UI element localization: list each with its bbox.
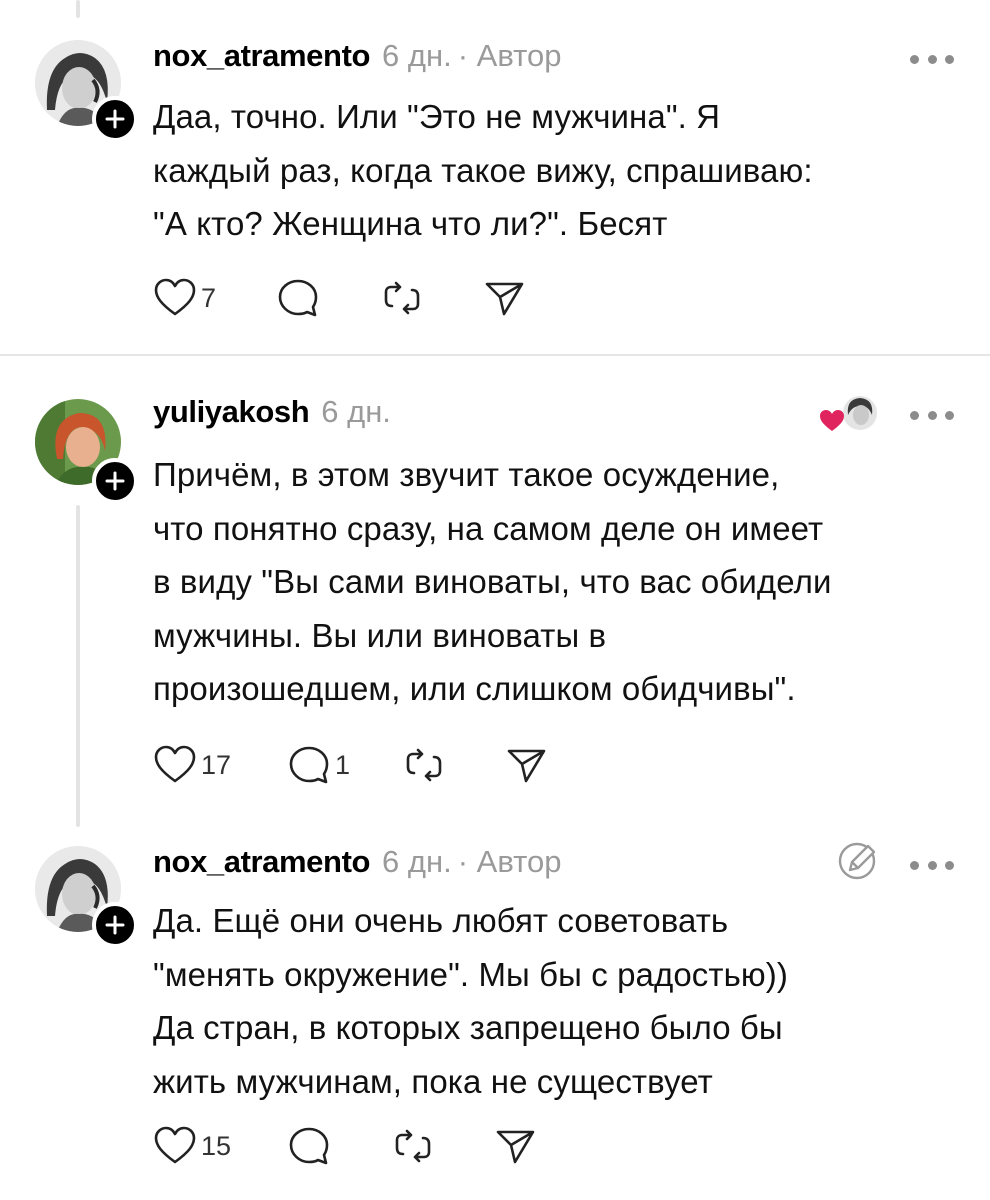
heart-icon: [154, 278, 196, 316]
liked-by-author-icon: [818, 393, 880, 439]
post-header: yuliyakosh 6 дн.: [153, 394, 391, 430]
comment-button[interactable]: 1: [287, 745, 350, 785]
post-header: nox_atramento 6 дн. · Автор: [153, 38, 561, 74]
action-bar: 17 1: [153, 745, 548, 785]
share-button[interactable]: [482, 278, 526, 318]
share-button[interactable]: [504, 745, 548, 785]
share-icon: [496, 1130, 535, 1164]
follow-plus-button[interactable]: [92, 96, 138, 142]
more-options-button[interactable]: [910, 855, 954, 875]
heart-icon: [154, 745, 196, 783]
follow-plus-button[interactable]: [92, 458, 138, 504]
like-button[interactable]: 17: [153, 745, 231, 785]
post-age: 6 дн.: [382, 38, 452, 73]
action-bar: 15: [153, 1126, 537, 1166]
post-age: 6 дн.: [382, 844, 452, 879]
comment-button[interactable]: [287, 1126, 331, 1166]
post-text: Да. Ещё они очень любят советовать "меня…: [153, 902, 788, 1100]
share-button[interactable]: [493, 1126, 537, 1166]
share-icon: [485, 282, 524, 316]
heart-icon: [154, 1126, 196, 1164]
comment-icon: [289, 1127, 329, 1165]
reply-count: 1: [335, 749, 351, 780]
like-button[interactable]: 7: [153, 278, 216, 318]
like-count: 17: [201, 749, 232, 780]
username[interactable]: nox_atramento: [153, 38, 370, 74]
more-options-button[interactable]: [910, 49, 954, 69]
follow-plus-button[interactable]: [92, 902, 138, 948]
repost-button[interactable]: [391, 1126, 435, 1166]
post-text: Даа, точно. Или "Это не мужчина". Я кажд…: [153, 98, 813, 242]
repost-icon: [395, 1129, 431, 1163]
share-icon: [507, 749, 546, 783]
like-count: 7: [201, 282, 217, 313]
username[interactable]: yuliyakosh: [153, 394, 310, 430]
repost-icon: [406, 748, 442, 782]
comment-icon: [278, 279, 318, 317]
repost-button[interactable]: [402, 745, 446, 785]
author-tag: · Автор: [457, 844, 562, 879]
reply-post: yuliyakosh 6 дн. Причём, в этом звучит т…: [0, 356, 990, 826]
edit-icon[interactable]: [836, 838, 880, 882]
post-age: 6 дн.: [321, 394, 391, 429]
action-bar: 7: [153, 278, 526, 318]
comment-button[interactable]: [276, 278, 320, 318]
username[interactable]: nox_atramento: [153, 844, 370, 880]
post-header: nox_atramento 6 дн. · Автор: [153, 844, 561, 880]
comment-icon: [289, 746, 329, 784]
post-text: Причём, в этом звучит такое осуждение, ч…: [153, 456, 832, 707]
repost-icon: [384, 281, 420, 315]
like-button[interactable]: 15: [153, 1126, 231, 1166]
repost-button[interactable]: [380, 278, 424, 318]
reply-post: nox_atramento 6 дн. · Автор Да. Ещё они …: [0, 826, 990, 1200]
author-tag: · Автор: [457, 38, 562, 73]
like-count: 15: [201, 1130, 232, 1161]
reply-post: nox_atramento 6 дн. · Автор Даа, точно. …: [0, 0, 990, 352]
more-options-button[interactable]: [910, 405, 954, 425]
